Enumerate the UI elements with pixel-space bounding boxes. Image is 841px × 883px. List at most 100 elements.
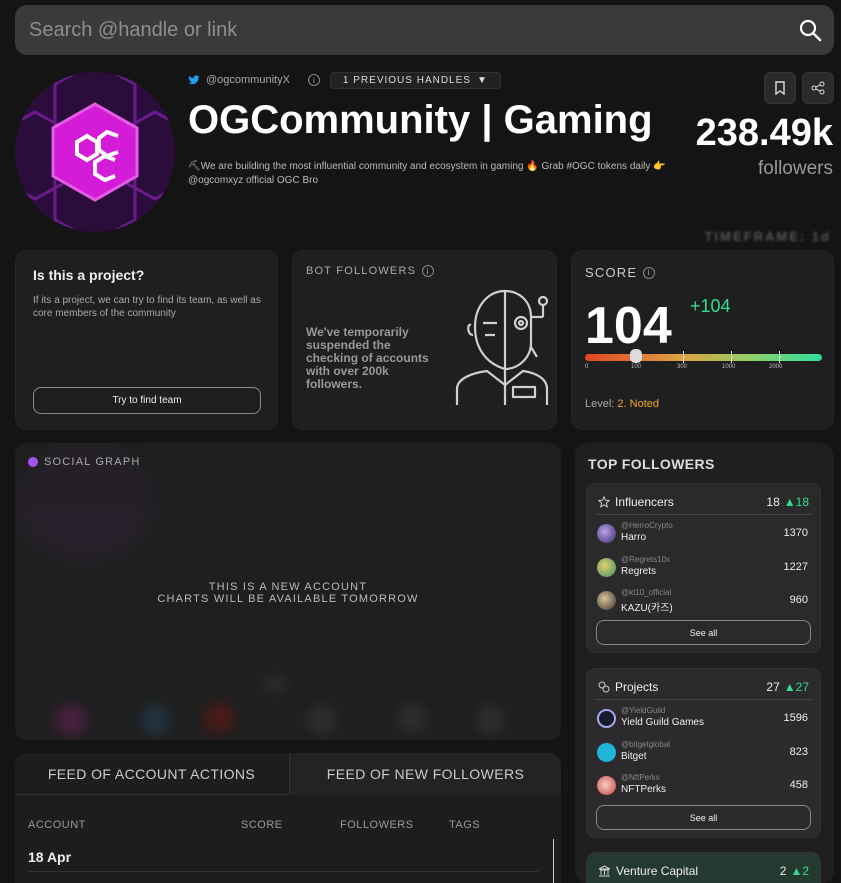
social-graph-title: SOCIAL GRAPH [44,456,141,468]
scrollbar[interactable] [553,839,554,883]
page-title: OGCommunity | Gaming [188,98,653,142]
column-header-account[interactable]: ACCOUNT [28,819,86,831]
caret-down-icon: ▼ [476,74,488,86]
followers-count: 238.49k [695,112,833,154]
follower-name: Bitget [621,751,647,762]
group-name: Influencers [615,495,674,509]
tab-new-followers[interactable]: FEED OF NEW FOLLOWERS [289,753,561,795]
graph-node [55,705,87,735]
timeframe-selector[interactable]: TIMEFRAME: 1d [705,229,831,244]
list-item[interactable]: @YieldGuild Yield Guild Games 1596 [597,703,810,733]
column-header-tags[interactable]: TAGS [449,819,480,831]
group-header[interactable]: Influencers 18 ▲18 [598,494,809,510]
score-value: 104 [585,297,672,355]
list-item[interactable]: @Regrets10x Regrets 1227 [597,552,810,582]
see-all-button[interactable]: See all [596,620,811,645]
find-team-button[interactable]: Try to find team [33,387,261,414]
follower-name: NFTPerks [621,784,666,795]
social-graph-message: THIS IS A NEW ACCOUNT CHARTS WILL BE AVA… [15,581,561,605]
level-value: 2. Noted [617,398,660,410]
divider [28,871,538,872]
bot-followers-card: BOT FOLLOWERS i We've temporarily suspen… [292,250,557,430]
previous-handles-label: 1 PREVIOUS HANDLES [342,74,471,86]
score-tick-label: 2000 [769,364,783,370]
project-card: Is this a project? If its a project, we … [15,250,278,430]
group-header[interactable]: Projects 27 ▲27 [598,679,809,695]
avatar [597,776,616,795]
group-count: 18 [766,495,780,509]
graph-node [203,703,235,733]
level-label: Level: [585,398,615,410]
social-graph-message-line2: CHARTS WILL BE AVAILABLE TOMORROW [157,593,419,605]
group-name: Projects [615,680,659,694]
social-graph-message-line1: THIS IS A NEW ACCOUNT [208,581,368,593]
influencers-group: Influencers 18 ▲18 @HerroCrypto Harro 13… [586,483,821,653]
group-count: 2 [779,864,787,878]
group-growth: ▲27 [783,680,809,694]
tab-account-actions[interactable]: FEED OF ACCOUNT ACTIONS [15,753,288,795]
graph-node [140,705,170,735]
top-followers-panel: TOP FOLLOWERS Influencers 18 ▲18 @HerroC… [575,443,834,883]
feed-panel: FEED OF ACCOUNT ACTIONS FEED OF NEW FOLL… [15,753,561,883]
search-input[interactable] [15,5,775,55]
score-delta: +104 [690,296,731,316]
info-icon[interactable]: i [422,265,435,277]
social-graph-caption: SOCIAL GRAPH [28,456,141,468]
score-tick-label: 300 [677,364,688,370]
score-tick-label: 0 [585,364,589,370]
divider [595,699,812,700]
follower-handle: @Regrets10x [621,555,671,564]
robot-human-icon [455,289,549,405]
previous-handles-button[interactable]: 1 PREVIOUS HANDLES ▼ [329,71,501,89]
bookmark-button[interactable] [764,72,796,104]
share-button[interactable] [802,72,834,104]
column-header-followers[interactable]: FOLLOWERS [340,819,414,831]
see-all-button[interactable]: See all [596,805,811,830]
list-item[interactable]: @HerroCrypto Harro 1370 [597,518,810,548]
score-tick [779,351,780,363]
follower-handle: @kt10_official [621,588,672,597]
list-item[interactable]: @bitgetglobal Bitget 823 [597,737,810,767]
list-item[interactable]: @NftPerks NFTPerks 458 [597,770,810,800]
follower-handle: @HerroCrypto [621,521,673,530]
info-icon[interactable]: i [307,74,320,86]
share-icon [811,81,825,95]
bot-followers-message: We've temporarily suspended the checking… [306,325,429,391]
follower-score: 1227 [783,561,808,573]
search-icon[interactable] [798,18,822,42]
follower-name: KAZU(카즈) [621,603,673,614]
list-item[interactable]: @kt10_official KAZU(카즈) 960 [597,585,810,615]
score-bar [585,354,822,361]
bot-followers-caption: BOT FOLLOWERS i [306,265,435,277]
column-header-score[interactable]: SCORE [241,819,283,831]
bookmark-icon [775,81,785,95]
social-graph-panel: SOCIAL GRAPH THIS IS A NEW ACCOUNT CHART… [15,443,561,740]
graph-node [307,705,337,735]
score-caption: SCORE i [585,265,656,280]
followers-label: followers [758,158,833,179]
avatar [597,743,616,762]
projects-group: Projects 27 ▲27 @YieldGuild Yield Guild … [586,668,821,838]
venture-capital-group: Venture Capital 2 ▲2 [586,852,821,883]
top-followers-title: TOP FOLLOWERS [588,456,715,472]
graph-node [475,705,505,735]
profile-bio: ⛏We are building the most influential co… [188,161,666,186]
projects-icon [598,681,610,693]
twitter-handle[interactable]: @ogcommunityX [206,74,290,86]
follower-name: Regrets [621,566,657,577]
avatar [597,558,616,577]
score-tick-label: 100 [631,364,642,370]
info-icon[interactable]: i [643,266,656,279]
group-header[interactable]: Venture Capital 2 ▲2 [598,863,809,879]
avatar [597,709,616,728]
bot-followers-title: BOT FOLLOWERS [306,265,417,277]
group-growth: ▲2 [790,864,809,878]
project-card-text: If its a project, we can try to find its… [33,295,261,319]
graph-node [397,703,429,733]
twitter-icon [188,75,200,85]
follower-score: 823 [789,746,808,758]
score-level: Level: 2. Noted [585,398,659,410]
handle-row: @ogcommunityX i 1 PREVIOUS HANDLES ▼ [188,71,501,89]
graph-node [263,673,287,695]
avatar [597,591,616,610]
